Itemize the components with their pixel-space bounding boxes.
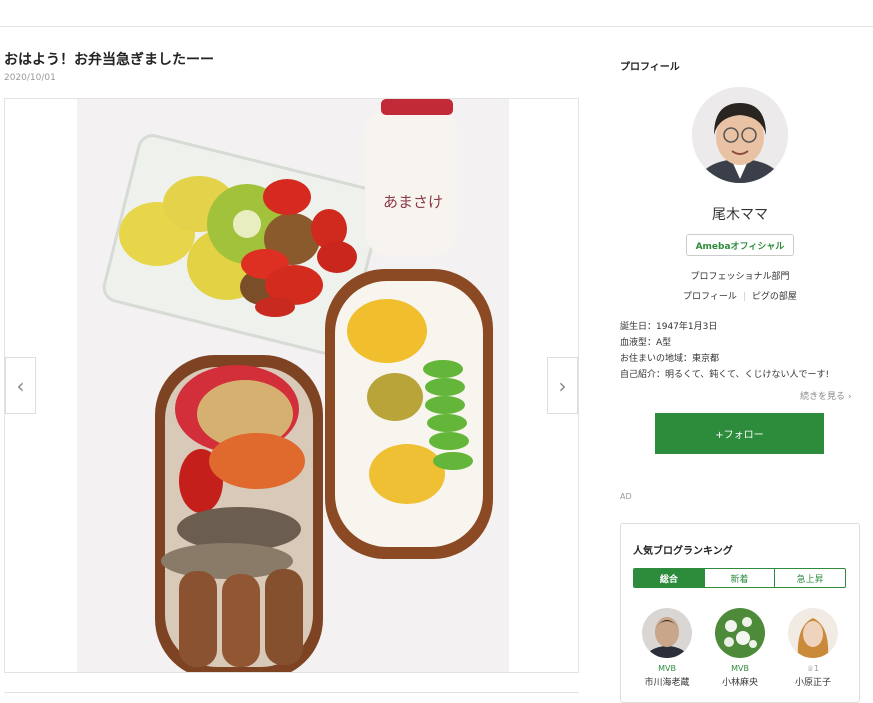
image-slider: あまさけ ‹ › — [4, 98, 579, 673]
post-date: 2020/10/01 — [4, 73, 56, 83]
ranking-tabs: 総合 新着 急上昇 — [633, 568, 846, 588]
link-separator: | — [742, 292, 746, 302]
ranking-avatar[interactable] — [788, 608, 838, 658]
ranking-name[interactable]: 小林麻央 — [710, 675, 770, 688]
ranking-avatar[interactable] — [642, 608, 692, 658]
profile-avatar[interactable] — [692, 87, 788, 183]
ranking-name[interactable]: 市川海老蔵 — [637, 675, 697, 688]
mvb-badge: MVB — [731, 664, 749, 673]
ameba-official-badge[interactable]: Amebaオフィシャル — [686, 234, 794, 256]
profile-links: プロフィール | ピグの部屋 — [620, 289, 860, 302]
info-birthday: 誕生日：1947年1月3日 — [620, 322, 718, 332]
ranking-item[interactable]: ♕1 小原正子 — [783, 608, 843, 688]
profile-name[interactable]: 尾木ママ — [620, 204, 860, 224]
top-bar — [0, 0, 873, 27]
info-blood-type: 血液型：A型 — [620, 338, 672, 348]
tab-overall[interactable]: 総合 — [634, 569, 705, 587]
mvb-badge: MVB — [658, 664, 676, 673]
prev-image-button[interactable]: ‹ — [5, 357, 36, 414]
info-location: お住まいの地域：東京都 — [620, 354, 720, 364]
tab-rising[interactable]: 急上昇 — [775, 569, 845, 587]
bento-illustration: あまさけ — [77, 99, 509, 672]
tab-new[interactable]: 新着 — [705, 569, 776, 587]
ranking-item[interactable]: MVB 小林麻央 — [710, 608, 770, 688]
post-title[interactable]: おはよう！お弁当急ぎましたーー — [4, 49, 214, 69]
profile-category[interactable]: プロフェッショナル部門 — [620, 269, 860, 282]
ranking-title: 人気ブログランキング — [633, 546, 733, 557]
avatar-illustration — [788, 608, 838, 658]
avatar-illustration — [692, 87, 788, 183]
ranking-avatar[interactable] — [715, 608, 765, 658]
bento-photo[interactable]: あまさけ — [77, 99, 509, 672]
profile-heading: プロフィール — [620, 62, 680, 73]
avatar-illustration — [642, 608, 692, 658]
ranking-item[interactable]: MVB 市川海老蔵 — [637, 608, 697, 688]
pig-room-link[interactable]: ピグの部屋 — [752, 292, 797, 302]
bottle-label: あまさけ — [383, 193, 443, 211]
flower-illustration — [715, 608, 765, 658]
info-intro: 自己紹介：明るくて、鈍くて、くじけない人でーす! — [620, 370, 830, 380]
read-more-link[interactable]: 続きを見る › — [800, 389, 851, 402]
ranking-box: 人気ブログランキング 総合 新着 急上昇 MVB 市川海老蔵 MVB 小林麻央 … — [620, 523, 860, 703]
profile-link[interactable]: プロフィール — [683, 292, 737, 302]
next-image-button[interactable]: › — [547, 357, 578, 414]
rank-one-badge: ♕1 — [806, 664, 820, 673]
ad-label: AD — [620, 492, 632, 501]
follow-button[interactable]: +フォロー — [655, 413, 824, 454]
divider — [4, 692, 579, 693]
ranking-name[interactable]: 小原正子 — [783, 675, 843, 688]
